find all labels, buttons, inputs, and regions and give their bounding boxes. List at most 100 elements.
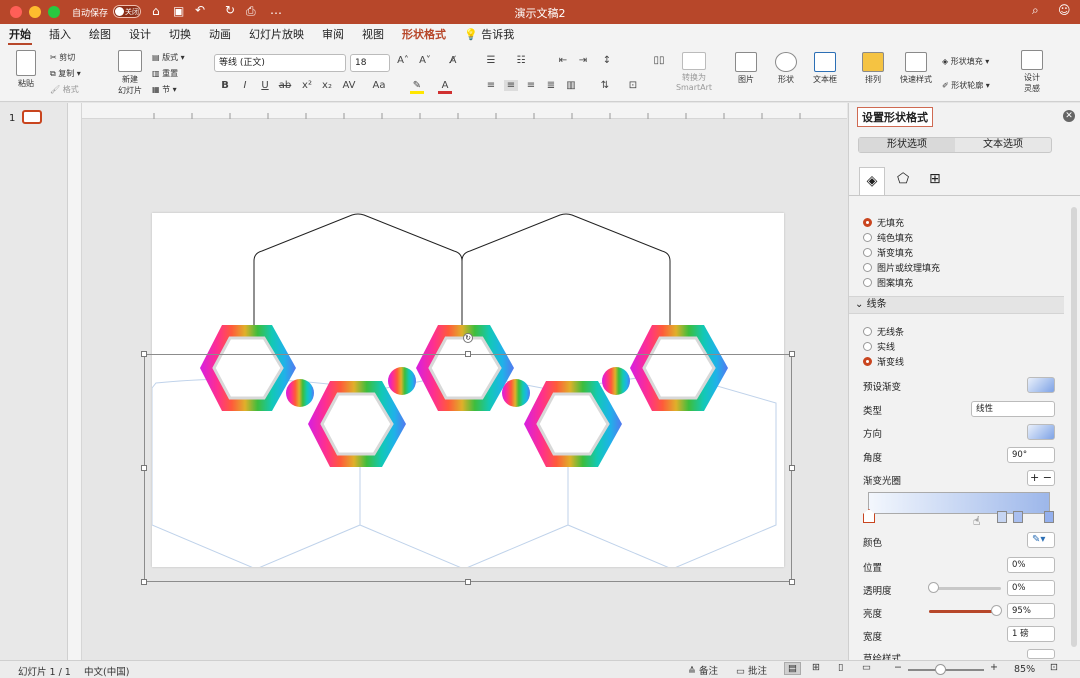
zoom-out-icon[interactable]: − <box>894 662 902 673</box>
convert-smartart-button[interactable]: 转换为 SmartArt <box>670 52 718 92</box>
distribute-icon[interactable]: ▥ <box>564 80 578 91</box>
tab-view[interactable]: 视图 <box>353 24 393 46</box>
gradient-stop-marker[interactable] <box>1044 511 1054 523</box>
language-indicator[interactable]: 中文(中国) <box>84 664 129 678</box>
section-button[interactable]: ▦ 节 ▾ <box>152 84 177 95</box>
fit-to-window-icon[interactable]: ⊡ <box>1050 662 1058 673</box>
italic-icon[interactable]: I <box>238 80 252 91</box>
shape-outline-button[interactable]: ✐ 形状轮廓 ▾ <box>942 80 990 91</box>
cut-button[interactable]: ✂ 剪切 <box>50 52 75 63</box>
paste-button[interactable]: 粘贴 <box>10 50 42 89</box>
radio-solid-line[interactable]: 实线 <box>863 340 895 353</box>
superscript-icon[interactable]: x² <box>300 80 314 91</box>
resize-handle[interactable] <box>789 579 795 585</box>
panel-close-icon[interactable]: ✕ <box>1063 110 1075 122</box>
columns-icon[interactable]: ▯▯ <box>652 55 666 66</box>
width-input[interactable]: 1 磅 <box>1007 626 1055 642</box>
preset-gradient-picker[interactable] <box>1027 377 1055 393</box>
slideshow-view-icon[interactable]: ▭ <box>862 662 871 673</box>
quick-styles-button[interactable]: 快速样式 <box>896 52 936 85</box>
textbox-button[interactable]: 文本框 <box>808 52 842 85</box>
design-ideas-button[interactable]: 设计 灵感 <box>1016 50 1048 94</box>
gradient-stop-marker[interactable] <box>997 511 1007 523</box>
sorter-view-icon[interactable]: ⊞ <box>812 662 820 673</box>
selection-box[interactable] <box>144 354 792 582</box>
align-center-icon[interactable]: ≡ <box>504 80 518 91</box>
highlight-icon[interactable]: ✎ <box>410 80 424 94</box>
decrease-indent-icon[interactable]: ⇤ <box>556 55 570 66</box>
position-input[interactable]: 0% <box>1007 557 1055 573</box>
transparency-slider-thumb[interactable] <box>928 582 939 593</box>
zoom-slider-thumb[interactable] <box>935 664 946 675</box>
reading-view-icon[interactable]: ▯ <box>838 662 843 673</box>
zoom-level[interactable]: 85% <box>1014 664 1035 675</box>
resize-handle[interactable] <box>141 579 147 585</box>
tab-review[interactable]: 审阅 <box>313 24 353 46</box>
radio-no-line[interactable]: 无线条 <box>863 325 904 338</box>
decrease-font-icon[interactable]: A˅ <box>418 55 432 66</box>
size-properties-icon[interactable]: ⊞ <box>929 171 941 187</box>
zoom-slider[interactable] <box>908 669 984 671</box>
search-icon[interactable]: ⌕ <box>1032 3 1039 18</box>
fill-line-icon[interactable]: ◈ <box>859 167 885 195</box>
align-right-icon[interactable]: ≡ <box>524 80 538 91</box>
account-icon[interactable]: ☺ <box>1058 3 1071 17</box>
shape-button[interactable]: 形状 <box>770 52 802 85</box>
panel-scrollbar[interactable] <box>1071 207 1077 647</box>
increase-indent-icon[interactable]: ⇥ <box>576 55 590 66</box>
zoom-in-icon[interactable]: + <box>990 662 998 673</box>
align-left-icon[interactable]: ≡ <box>484 80 498 91</box>
radio-no-fill[interactable]: 无填充 <box>863 216 904 229</box>
layout-button[interactable]: ▤ 版式 ▾ <box>152 52 185 63</box>
shape-fill-button[interactable]: ◈ 形状填充 ▾ <box>942 56 989 67</box>
change-case-icon[interactable]: Aa <box>368 80 390 91</box>
tab-shape-options[interactable]: 形状选项 <box>859 138 955 152</box>
gradient-stop-marker[interactable] <box>1013 511 1023 523</box>
tab-animations[interactable]: 动画 <box>200 24 240 46</box>
slide-thumbnail[interactable] <box>22 110 42 124</box>
subscript-icon[interactable]: x₂ <box>320 80 334 91</box>
radio-solid-fill[interactable]: 纯色填充 <box>863 231 913 244</box>
resize-handle[interactable] <box>141 351 147 357</box>
resize-handle[interactable] <box>465 351 471 357</box>
radio-picture-fill[interactable]: 图片或纹理填充 <box>863 261 940 274</box>
tab-insert[interactable]: 插入 <box>40 24 80 46</box>
normal-view-icon[interactable]: ▤ <box>784 662 801 675</box>
effects-pentagon-icon[interactable]: ⬠ <box>897 171 909 187</box>
add-remove-stop-buttons[interactable]: + − <box>1027 470 1055 486</box>
justify-icon[interactable]: ≣ <box>544 80 558 91</box>
align-text-icon[interactable]: ⊡ <box>626 80 640 91</box>
underline-icon[interactable]: U <box>258 80 272 91</box>
tab-shape-format[interactable]: 形状格式 <box>393 24 455 46</box>
strikethrough-icon[interactable]: ab <box>278 80 292 91</box>
angle-input[interactable]: 90° <box>1007 447 1055 463</box>
radio-gradient-fill[interactable]: 渐变填充 <box>863 246 913 259</box>
rotate-handle-icon[interactable]: ↻ <box>463 333 473 343</box>
brightness-input[interactable]: 95% <box>1007 603 1055 619</box>
new-slide-button[interactable]: 新建 幻灯片 <box>112 50 148 96</box>
radio-pattern-fill[interactable]: 图案填充 <box>863 276 913 289</box>
font-size-select[interactable]: 18 <box>350 54 390 72</box>
reset-button[interactable]: ▥ 重置 <box>152 68 178 79</box>
bold-icon[interactable]: B <box>218 80 232 91</box>
type-select[interactable]: 线性 <box>971 401 1055 417</box>
arrange-button[interactable]: 排列 <box>858 52 888 85</box>
increase-font-icon[interactable]: A˄ <box>396 55 410 66</box>
clear-format-icon[interactable]: A̸ <box>446 55 460 66</box>
tab-transitions[interactable]: 切换 <box>160 24 200 46</box>
char-spacing-icon[interactable]: AV <box>342 80 356 91</box>
brightness-slider-thumb[interactable] <box>991 605 1003 616</box>
resize-handle[interactable] <box>465 579 471 585</box>
text-direction-icon[interactable]: ⇅ <box>598 80 612 91</box>
format-painter-button[interactable]: 🖌 格式 <box>50 84 79 95</box>
line-section-header[interactable]: ⌄ 线条 <box>849 296 1064 314</box>
font-name-select[interactable]: 等线 (正文) <box>214 54 346 72</box>
resize-handle[interactable] <box>141 465 147 471</box>
resize-handle[interactable] <box>789 465 795 471</box>
status-comments-button[interactable]: ▭ 批注 <box>736 663 767 677</box>
notes-button[interactable]: ≙ 备注 <box>688 663 718 677</box>
tab-design[interactable]: 设计 <box>120 24 160 46</box>
tab-text-options[interactable]: 文本选项 <box>955 138 1051 152</box>
brightness-slider[interactable] <box>929 610 1001 613</box>
tab-tell-me[interactable]: 💡 告诉我 <box>455 24 523 46</box>
